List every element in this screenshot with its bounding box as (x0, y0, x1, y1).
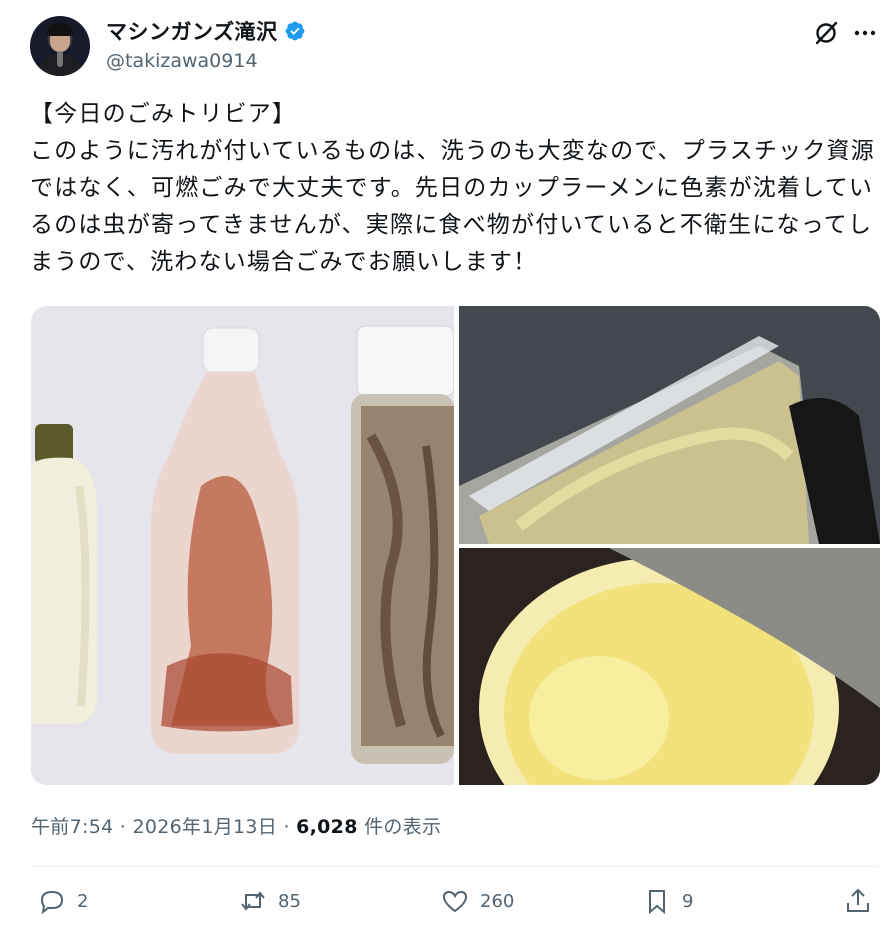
verified-badge-icon (285, 21, 304, 41)
author-handle[interactable]: @takizawa0914 (106, 50, 258, 72)
tweet-metadata: 午前7:54 · 2026年1月13日 · 6,028 件の表示 (31, 812, 441, 839)
bottles-photo[interactable] (31, 306, 454, 785)
bookmark-count: 9 (682, 890, 694, 912)
repost-count: 85 (278, 890, 301, 912)
tweet-text: 【今日のごみトリビア】 このように汚れが付いているものは、洗うのも大変なので、プ… (30, 101, 875, 275)
author-display-name[interactable]: マシンガンズ滝沢 (106, 16, 278, 46)
action-bar: 2 85 260 9 (0, 878, 891, 926)
like-button[interactable]: 260 (440, 886, 514, 916)
divider (30, 866, 878, 867)
more-icon[interactable] (850, 18, 880, 48)
reply-count: 2 (77, 890, 89, 912)
heart-icon (442, 890, 468, 913)
bookmark-button[interactable]: 9 (642, 886, 693, 916)
view-label: 件の表示 (357, 816, 442, 838)
reply-icon (40, 890, 64, 915)
paper-cup-photo[interactable] (459, 548, 880, 785)
author-name-row[interactable]: マシンガンズ滝沢 (106, 16, 306, 46)
view-count: 6,028 (296, 816, 358, 838)
share-button[interactable] (843, 886, 873, 916)
media-grid (31, 306, 880, 785)
bookmark-icon (649, 890, 665, 915)
reply-button[interactable]: 2 (37, 886, 88, 916)
tweet-card: マシンガンズ滝沢 @takizawa0914 【今日のごみトリビア】 このように… (0, 0, 891, 926)
tweet-time[interactable]: 午前7:54 · 2026年1月13日 · (31, 816, 296, 838)
share-icon (847, 888, 869, 912)
like-count: 260 (480, 890, 515, 912)
plastic-container-photo[interactable] (459, 306, 880, 544)
repost-button[interactable]: 85 (238, 886, 301, 916)
user-avatar[interactable] (30, 16, 90, 76)
repost-icon (241, 891, 265, 911)
grok-icon[interactable] (812, 18, 842, 48)
